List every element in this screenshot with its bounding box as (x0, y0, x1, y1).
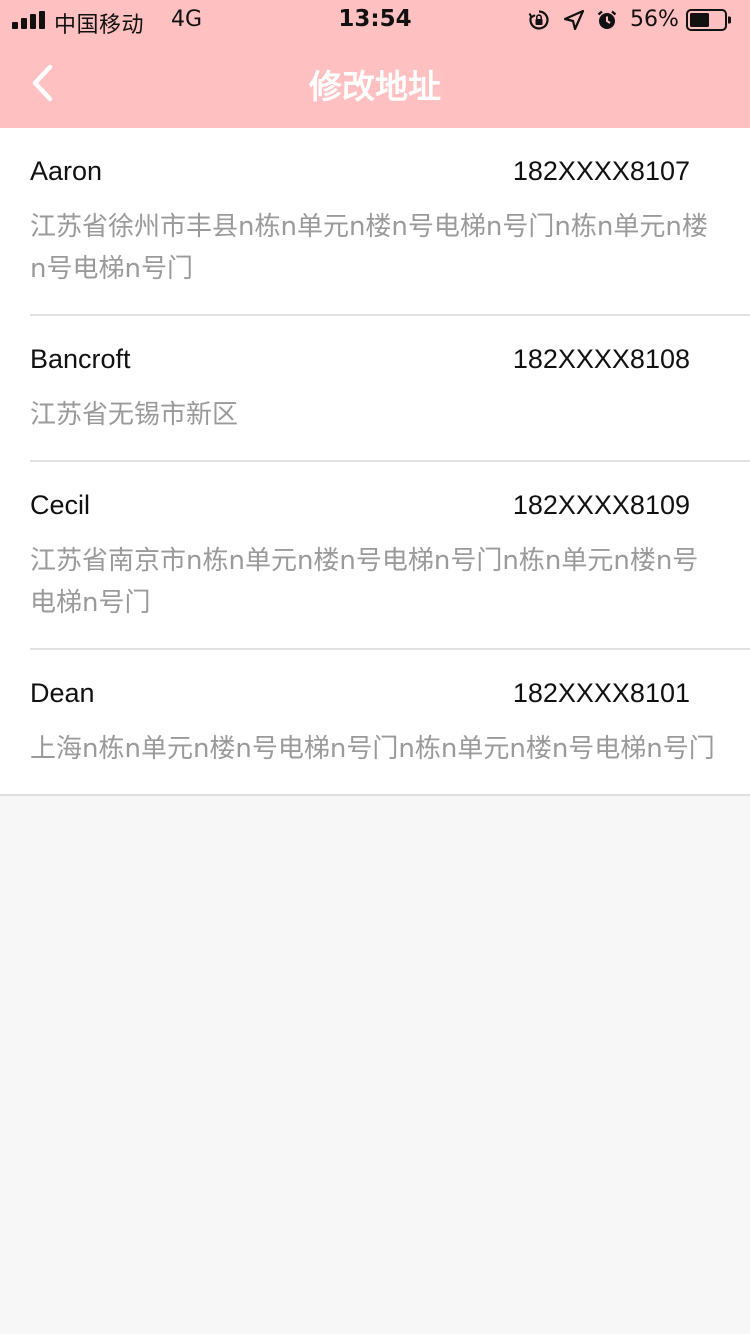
contact-name: Bancroft (30, 344, 131, 374)
location-icon (563, 9, 585, 31)
address-list: Aaron 182XXXX8107 江苏省徐州市丰县n栋n单元n楼n号电梯n号门… (0, 128, 750, 796)
address-text: 上海n栋n单元n楼n号电梯n号门n栋n单元n楼n号电梯n号门 (30, 734, 715, 764)
address-item[interactable]: Aaron 182XXXX8107 江苏省徐州市丰县n栋n单元n楼n号电梯n号门… (30, 128, 750, 316)
alarm-icon (597, 10, 617, 29)
contact-phone: 182XXXX8109 (512, 490, 690, 520)
address-text: 江苏省南京市n栋n单元n楼n号电梯n号门n栋n单元n楼n号电梯n号门 (30, 546, 699, 618)
battery-icon (686, 9, 731, 31)
address-item[interactable]: Dean 182XXXX8101 上海n栋n单元n楼n号电梯n号门n栋n单元n楼… (30, 650, 750, 794)
page-title: 修改地址 (309, 67, 441, 106)
address-text: 江苏省无锡市新区 (30, 400, 239, 430)
contact-phone: 182XXXX8107 (512, 156, 690, 186)
navigation-bar: 修改地址 (0, 40, 750, 128)
contact-phone: 182XXXX8108 (512, 344, 690, 374)
address-item[interactable]: Bancroft 182XXXX8108 江苏省无锡市新区 (30, 316, 750, 462)
contact-name: Cecil (30, 490, 91, 520)
contact-name: Aaron (30, 156, 103, 186)
address-text: 江苏省徐州市丰县n栋n单元n楼n号电梯n号门n栋n单元n楼n号电梯n号门 (30, 212, 708, 284)
contact-name: Dean (30, 678, 95, 708)
battery-percent: 56% (630, 7, 679, 32)
rotation-lock-icon (528, 10, 549, 30)
address-item[interactable]: Cecil 182XXXX8109 江苏省南京市n栋n单元n楼n号电梯n号门n栋… (30, 462, 750, 650)
header: 中国移动 4G 13:54 56% 修改地址 (0, 0, 750, 128)
contact-phone: 182XXXX8101 (512, 678, 690, 708)
status-bar: 中国移动 4G 13:54 56% (0, 0, 750, 40)
